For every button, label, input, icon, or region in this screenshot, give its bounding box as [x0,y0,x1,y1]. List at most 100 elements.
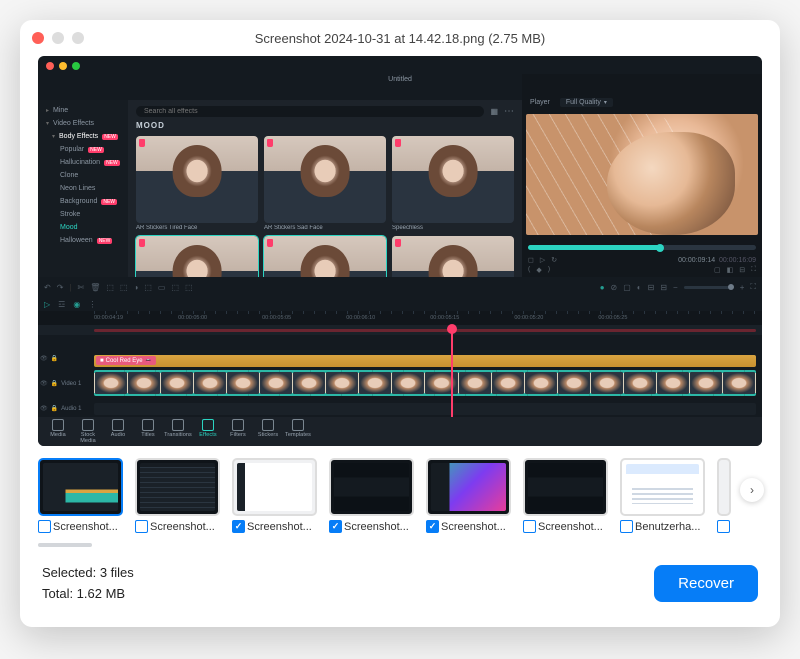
sidebar-item-neon-lines[interactable]: Neon Lines [38,182,128,195]
sidebar-item-hallucination[interactable]: HallucinationNEW [38,156,128,169]
file-item[interactable]: ✓Screenshot... [426,458,511,533]
file-item[interactable]: Benutzerha... [620,458,705,533]
recover-button[interactable]: Recover [654,565,758,602]
cut-icon[interactable]: ✄ [77,283,84,292]
redo-icon[interactable]: ↷ [57,283,64,292]
sidebar-item-video-effects[interactable]: ▾Video Effects [38,117,128,130]
time-ruler[interactable]: 00:00:04:1900:00:05:0000:00:05:0500:00:0… [38,311,762,325]
file-checkbox[interactable]: ✓ [426,520,439,533]
effect-clip[interactable]: ■ Cool Red Eye 👄 [94,355,756,367]
file-item[interactable]: Screenshot... [523,458,608,533]
file-label: Screenshot... [247,521,312,533]
player-label: Player [530,99,550,106]
scroll-right-button[interactable]: › [740,478,764,502]
file-item[interactable]: ✓Screenshot... [232,458,317,533]
file-checkbox[interactable] [523,520,536,533]
sidebar-item-stroke[interactable]: Stroke [38,208,128,221]
tool-filters[interactable]: Filters [224,419,252,444]
loop-icon[interactable]: ↻ [551,256,557,264]
sidebar-item-background[interactable]: BackgroundNEW [38,195,128,208]
search-input[interactable] [136,106,484,117]
tool-stock-media[interactable]: Stock Media [74,419,102,444]
playhead[interactable] [451,325,453,417]
effects-panel: ▦ ⋯ MOOD AR Stickers Tired FaceAR Sticke… [128,100,522,277]
project-title: Untitled [388,76,412,83]
file-checkbox[interactable] [620,520,633,533]
minimize-window-icon[interactable] [52,32,64,44]
file-label: Screenshot... [441,521,506,533]
total-size: Total: 1.62 MB [42,584,134,605]
timeline: ↶ ↷ | ✄ 🗑 ⬚⬚ ◑⬚ ▭ ⬚⬚ ● ⊘▢◐ ⊟⊟ − + ⛶ [38,277,762,417]
effect-card[interactable]: AR Stickers Tired Face [136,136,258,231]
file-label: Benutzerha... [635,521,700,533]
sidebar-item-mood[interactable]: Mood [38,221,128,234]
marker-add-icon[interactable]: ● [600,283,605,292]
effect-card[interactable]: Cool Red Eye [264,236,386,277]
file-thumbnails: Screenshot...Screenshot...✓Screenshot...… [20,446,780,535]
effect-card[interactable]: Speechless [392,136,514,231]
file-checkbox[interactable] [135,520,148,533]
snapshot-icon[interactable]: ▢ [714,266,721,274]
tool-media[interactable]: Media [44,419,72,444]
file-item[interactable]: Screenshot... [135,458,220,533]
file-label: Screenshot... [344,521,409,533]
track-header-video[interactable]: 👁🔒Video 1 [40,380,90,387]
seek-bar[interactable] [528,245,756,250]
pointer-icon[interactable]: ▷ [44,300,50,309]
preview-player: Untitled Player Full Quality▾ ◻ ▷ ↻ [522,74,762,277]
tool-audio[interactable]: Audio [104,419,132,444]
fullscreen-icon[interactable]: ⛶ [751,266,756,274]
tool-transitions[interactable]: Transitions [164,419,192,444]
zoom-out-icon[interactable]: − [673,283,678,292]
quality-dropdown[interactable]: Full Quality▾ [560,98,613,107]
sidebar-item-clone[interactable]: Clone [38,169,128,182]
file-label: Screenshot... [150,521,215,533]
effect-card[interactable]: Mawkishness [392,236,514,277]
settings-icon[interactable]: ⊟ [739,266,745,274]
marker-icon[interactable]: ◆ [536,266,541,274]
sidebar-item-halloween[interactable]: HalloweenNEW [38,234,128,247]
effect-card[interactable]: Wrath [136,236,258,277]
file-checkbox[interactable]: ✓ [329,520,342,533]
window-controls [32,32,84,44]
preview-image: MediaStock MediaAudioTitlesTransitionsEf… [38,56,762,446]
tool-titles[interactable]: Titles [134,419,162,444]
zoom-slider[interactable] [684,286,734,289]
more-icon[interactable]: ⋯ [504,106,514,117]
selected-count: Selected: 3 files [42,563,134,584]
video-editor: MediaStock MediaAudioTitlesTransitionsEf… [38,74,762,446]
track-header-audio[interactable]: 👁🔒Audio 1 [40,405,90,412]
sidebar-item-popular[interactable]: PopularNEW [38,143,128,156]
trash-icon[interactable]: 🗑 [90,283,100,292]
file-label: Screenshot... [53,521,118,533]
file-label: Screenshot... [538,521,603,533]
time-total: 00:00:16:09 [719,257,756,264]
play-icon[interactable]: ▷ [540,256,545,264]
track-header-fx[interactable]: 👁🔒 [40,355,90,362]
file-checkbox[interactable] [38,520,51,533]
app-window: Screenshot 2024-10-31 at 14.42.18.png (2… [20,20,780,627]
video-clip[interactable] [94,370,756,396]
stop-icon[interactable]: ◻ [528,256,534,264]
inner-window-controls [46,62,80,70]
tool-effects[interactable]: Effects [194,419,222,444]
titlebar: Screenshot 2024-10-31 at 14.42.18.png (2… [20,20,780,56]
audio-track[interactable] [94,403,756,415]
zoom-window-icon[interactable] [72,32,84,44]
zoom-in-icon[interactable]: + [740,283,745,292]
compare-icon[interactable]: ◧ [727,266,734,274]
effects-sidebar: ▸Mine ▾Video Effects ▾Body EffectsNEW Po… [38,100,128,277]
close-window-icon[interactable] [32,32,44,44]
tool-stickers[interactable]: Stickers [254,419,282,444]
sidebar-group-body-effects[interactable]: ▾Body EffectsNEW [38,130,128,143]
file-item[interactable]: ✓Screenshot... [329,458,414,533]
top-toolbar: MediaStock MediaAudioTitlesTransitionsEf… [38,417,762,446]
player-viewport [526,114,758,235]
sidebar-item-mine[interactable]: ▸Mine [38,104,128,117]
effect-card[interactable]: AR Stickers Sad Face [264,136,386,231]
file-checkbox[interactable]: ✓ [232,520,245,533]
file-item[interactable]: Screenshot... [38,458,123,533]
grid-view-icon[interactable]: ▦ [490,107,498,116]
undo-icon[interactable]: ↶ [44,283,51,292]
tool-templates[interactable]: Templates [284,419,312,444]
